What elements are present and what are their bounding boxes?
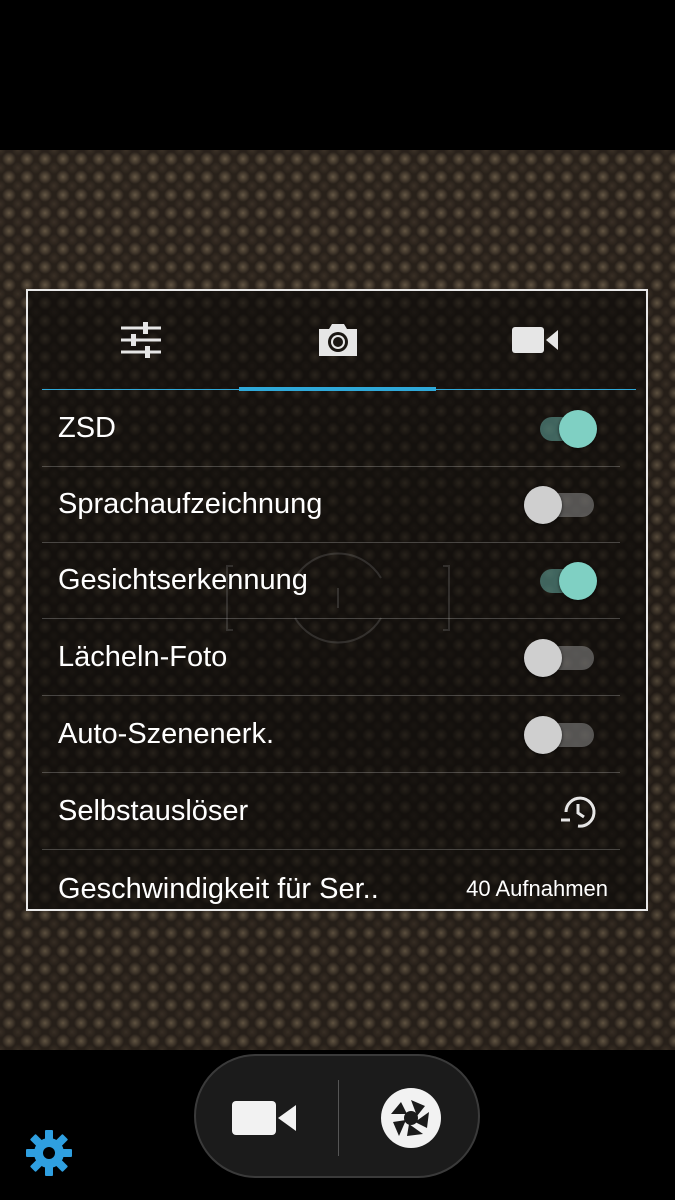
setting-row-auto-scene[interactable]: Auto-Szenenerk. [42, 697, 620, 773]
record-video-button[interactable] [214, 1068, 314, 1168]
voice-recording-toggle[interactable] [524, 485, 598, 525]
setting-row-voice-recording[interactable]: Sprachaufzeichnung [42, 467, 620, 543]
timer-icon[interactable] [558, 792, 598, 832]
face-detection-toggle[interactable] [536, 561, 598, 601]
top-black-bar [0, 0, 675, 150]
setting-label: Sprachaufzeichnung [58, 488, 323, 520]
video-camera-icon [232, 1101, 296, 1135]
video-settings-tab[interactable] [436, 291, 633, 389]
setting-label: Geschwindigkeit für Ser.. [58, 872, 379, 905]
general-settings-tab[interactable] [42, 291, 239, 389]
pill-divider [338, 1080, 339, 1156]
setting-label: Selbstauslöser [58, 795, 249, 827]
camera-settings-panel: ZSD Sprachaufzeichnung Gesichtserkennung… [26, 289, 648, 911]
setting-label: ZSD [58, 412, 116, 444]
setting-row-smile-shot[interactable]: Lächeln-Foto [42, 620, 620, 696]
camera-icon [318, 324, 357, 356]
setting-label: Lächeln-Foto [58, 641, 228, 673]
burst-speed-value: 40 Aufnahmen [466, 876, 608, 901]
setting-row-face-detection[interactable]: Gesichtserkennung [42, 543, 620, 619]
gear-icon [26, 1130, 72, 1176]
video-camera-icon [511, 327, 558, 353]
capture-controls [194, 1054, 480, 1178]
setting-row-burst-speed[interactable]: Geschwindigkeit für Ser.. 40 Aufnahmen [42, 851, 620, 909]
setting-row-zsd[interactable]: ZSD [42, 391, 620, 467]
setting-label: Gesichtserkennung [58, 564, 308, 596]
smile-shot-toggle[interactable] [524, 638, 598, 678]
setting-label: Auto-Szenenerk. [58, 718, 275, 750]
settings-button[interactable] [22, 1126, 76, 1180]
shutter-icon [381, 1088, 441, 1148]
setting-row-self-timer[interactable]: Selbstauslöser [42, 774, 620, 850]
zsd-toggle[interactable] [536, 409, 598, 449]
shutter-button[interactable] [361, 1068, 461, 1168]
photo-settings-tab[interactable] [239, 291, 436, 389]
auto-scene-toggle[interactable] [524, 715, 598, 755]
sliders-icon [120, 322, 161, 358]
